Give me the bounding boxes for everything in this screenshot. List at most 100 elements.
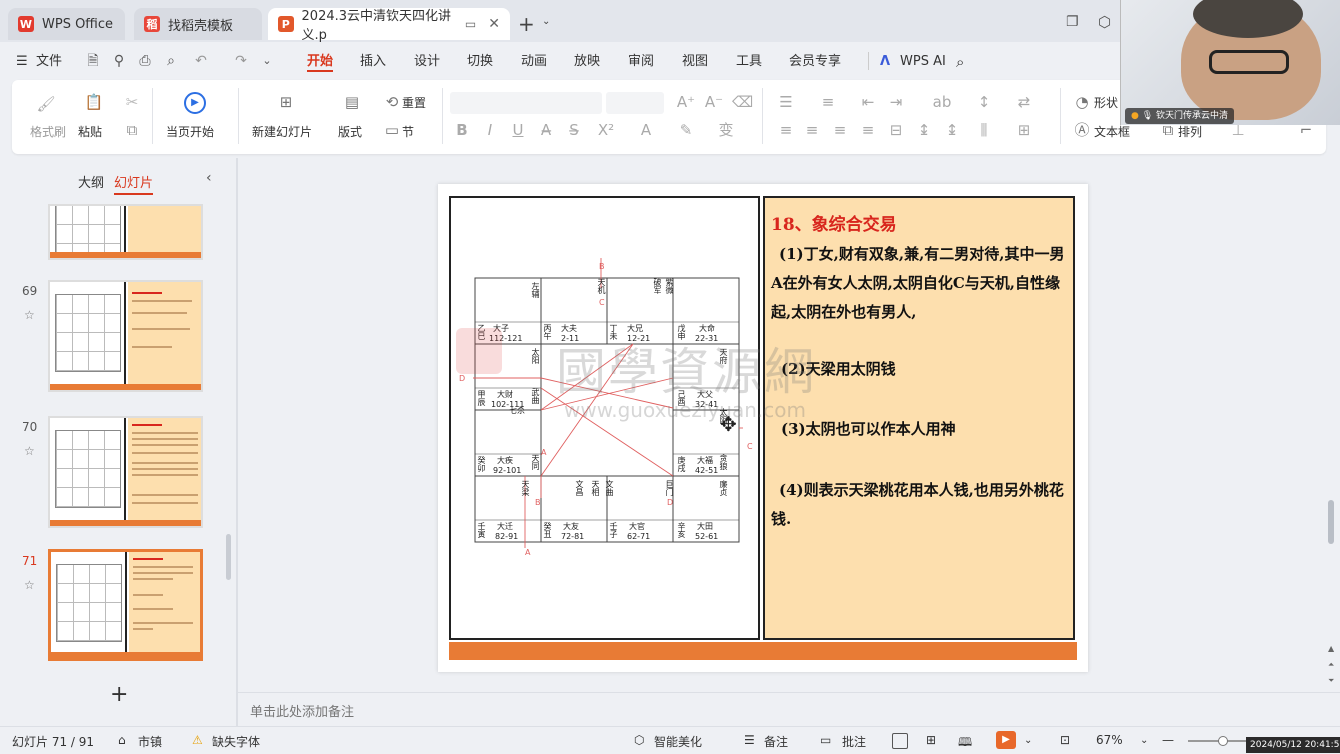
align-center-icon[interactable]: ≡ [802, 120, 822, 140]
town-label[interactable]: 市镇 [138, 733, 162, 750]
link-icon[interactable]: ⚲ [108, 50, 130, 72]
align-left-icon[interactable]: ≡ [776, 120, 796, 140]
line-spacing-icon[interactable]: ↨ [914, 120, 934, 140]
menu-view[interactable]: 视图 [682, 52, 708, 72]
increase-font-icon[interactable]: A⁺ [676, 92, 696, 112]
play-from-current-button[interactable]: 当页开始 [166, 123, 214, 140]
align-right-icon[interactable]: ≡ [830, 120, 850, 140]
bold-icon[interactable]: B [452, 120, 472, 140]
shape-icon[interactable]: ◔ [1072, 92, 1092, 112]
slideshow-play-icon[interactable]: ▶ [996, 731, 1016, 749]
prev-page-icon[interactable]: ⏶ [1328, 660, 1334, 670]
slides-tab[interactable]: 幻灯片 [114, 172, 154, 195]
star-icon[interactable]: ☆ [24, 578, 35, 592]
notes-area[interactable]: 单击此处添加备注 [238, 692, 1340, 726]
text-panel[interactable]: 18、象综合交易 (1)丁女,财有双象,兼,有二男对待,其中一男A在外有女人太阴… [763, 196, 1075, 640]
format-painter-button[interactable]: 格式刷 [30, 123, 66, 140]
numbered-list-icon[interactable]: ≡ [818, 92, 838, 112]
format-painter-icon[interactable]: 🖌 [36, 94, 56, 114]
menu-home[interactable]: 开始 [307, 52, 334, 72]
redo-icon[interactable]: ↷ [230, 50, 252, 72]
underline-icon[interactable]: U [508, 120, 528, 140]
menu-transition[interactable]: 切换 [467, 52, 493, 72]
clear-format-icon[interactable]: ⌫ [732, 92, 753, 112]
grid-view-icon[interactable]: ⊞ [926, 733, 936, 747]
play-icon[interactable]: ▶ [184, 92, 206, 114]
strikethrough-icon[interactable]: A̶ [536, 120, 556, 140]
textbox-icon[interactable]: Ⓐ [1072, 120, 1092, 140]
collapse-panel-icon[interactable]: ‹ [206, 170, 212, 186]
tab-template[interactable]: 稻 找稻壳模板 [134, 8, 262, 40]
menu-wps-ai[interactable]: WPS AI [900, 52, 946, 72]
more-dropdown-icon[interactable]: ⌄ [256, 50, 278, 72]
menu-member[interactable]: 会员专享 [789, 52, 841, 72]
reading-view-icon[interactable]: 🕮 [958, 733, 972, 754]
menu-insert[interactable]: 插入 [360, 52, 386, 72]
cut-icon[interactable]: ✂ [122, 92, 142, 112]
add-slide-button[interactable]: + [110, 682, 128, 707]
menu-review[interactable]: 审阅 [628, 52, 654, 72]
increase-indent-icon[interactable]: ⇥ [886, 92, 906, 112]
columns-icon[interactable]: ⫼ [974, 120, 994, 140]
menu-design[interactable]: 设计 [414, 52, 440, 72]
menu-tools[interactable]: 工具 [736, 52, 762, 72]
star-icon[interactable]: ☆ [24, 444, 35, 458]
font-family-select[interactable] [450, 92, 602, 114]
menu-animation[interactable]: 动画 [521, 52, 547, 72]
convert-icon[interactable]: ⇄ [1014, 92, 1034, 112]
new-slide-icon[interactable]: ⊞ [276, 92, 296, 112]
font-size-select[interactable] [606, 92, 664, 114]
fit-window-icon[interactable]: ⊡ [1060, 733, 1070, 747]
zoom-level[interactable]: 67% [1096, 733, 1123, 747]
slide-thumbnail-71-active[interactable] [48, 549, 203, 661]
search-icon[interactable]: ⌕ [956, 52, 964, 72]
text-direction-icon[interactable]: ab [932, 92, 952, 112]
normal-view-icon[interactable] [892, 733, 908, 749]
new-tab-icon[interactable]: + [518, 12, 535, 36]
tab-wps-office[interactable]: W WPS Office [8, 8, 125, 40]
reset-button[interactable]: 重置 [402, 94, 426, 111]
arrange-button[interactable]: 排列 [1178, 123, 1202, 140]
slide-thumbnail-68[interactable] [48, 204, 203, 260]
menu-slideshow[interactable]: 放映 [574, 52, 600, 72]
tab-document[interactable]: P 2024.3云中清钦天四化讲义.p ▭ ✕ [268, 8, 510, 43]
star-icon[interactable]: ☆ [24, 308, 35, 322]
new-slide-button[interactable]: 新建幻灯片 [252, 123, 312, 140]
outline-tab[interactable]: 大纲 [78, 172, 104, 191]
distribute-icon[interactable]: ⊟ [886, 120, 906, 140]
decrease-indent-icon[interactable]: ⇤ [858, 92, 878, 112]
font-color-icon[interactable]: A [636, 120, 656, 140]
slideshow-dropdown-icon[interactable]: ⌄ [1024, 735, 1032, 746]
layout-button[interactable]: 版式 [338, 123, 362, 140]
paragraph-spacing-icon[interactable]: ↨ [942, 120, 962, 140]
zoom-dropdown-icon[interactable]: ⌄ [1140, 735, 1148, 746]
scroll-up-icon[interactable]: ▲ [1328, 644, 1334, 653]
hamburger-icon[interactable]: ☰ [16, 52, 28, 72]
copy-icon[interactable]: ⧉ [122, 120, 142, 140]
shadow-icon[interactable]: S̶ [564, 120, 584, 140]
text-box-align-icon[interactable]: ⊞ [1014, 120, 1034, 140]
paste-icon[interactable]: 📋 [84, 92, 104, 112]
comment-button[interactable]: 批注 [842, 733, 866, 750]
menu-file[interactable]: 文件 [36, 52, 62, 72]
highlight-icon[interactable]: ✎ [676, 120, 696, 140]
next-page-icon[interactable]: ⏷ [1328, 676, 1334, 686]
close-tab-icon[interactable]: ✕ [488, 16, 500, 32]
monitor-icon[interactable]: ▭ [465, 17, 476, 31]
justify-icon[interactable]: ≡ [858, 120, 878, 140]
panel-scrollbar[interactable] [226, 534, 231, 580]
slide-canvas[interactable]: 左辅 天机 破军 紫微 B C D A C D B A 乙巳 大子 112-12… [438, 184, 1088, 672]
bullet-list-icon[interactable]: ☰ [776, 92, 796, 112]
slide-thumbnail-69[interactable] [48, 280, 203, 392]
decrease-font-icon[interactable]: A⁻ [704, 92, 724, 112]
undo-icon[interactable]: ↶ [190, 50, 212, 72]
save-icon[interactable]: 🗎 [82, 50, 104, 72]
sort-icon[interactable]: ↕ [974, 92, 994, 112]
missing-font-button[interactable]: 缺失字体 [212, 733, 260, 750]
italic-icon[interactable]: I [480, 120, 500, 140]
superscript-icon[interactable]: X² [596, 120, 616, 140]
canvas-scrollbar[interactable] [1328, 500, 1334, 544]
cube-icon[interactable]: ⬡ [1098, 13, 1111, 31]
print-preview-icon[interactable]: ⌕ [160, 50, 182, 72]
section-button[interactable]: 节 [402, 123, 414, 140]
